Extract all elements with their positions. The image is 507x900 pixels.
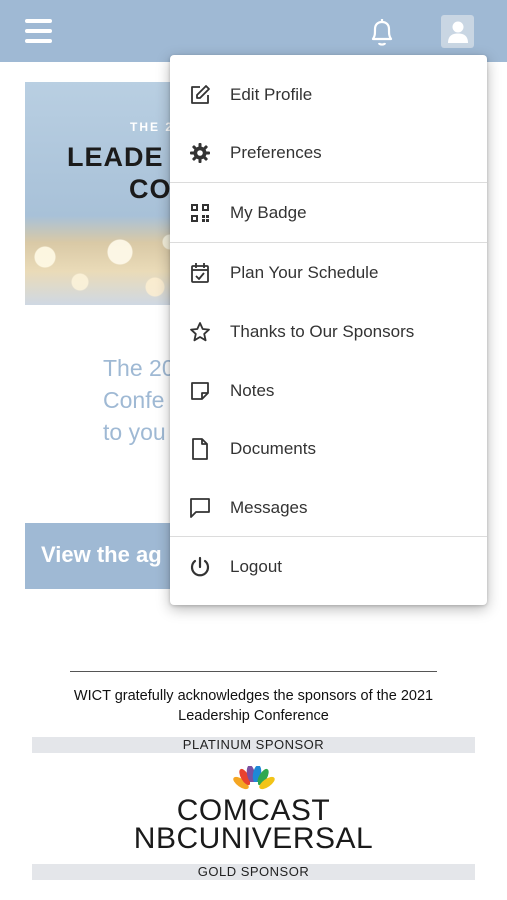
- qr-code-icon: [189, 202, 211, 224]
- menu-item-label: Documents: [230, 438, 316, 458]
- menu-item-notes[interactable]: Notes: [170, 361, 487, 420]
- menu-item-label: Edit Profile: [230, 84, 313, 104]
- platinum-sponsor-label: PLATINUM SPONSOR: [32, 737, 475, 753]
- star-icon: [189, 321, 211, 343]
- menu-item-label: Thanks to Our Sponsors: [230, 321, 415, 341]
- sponsor-acknowledgement: WICT gratefully acknowledges the sponsor…: [73, 688, 434, 724]
- menu-item-my-badge[interactable]: My Badge: [170, 183, 487, 242]
- menu-item-messages[interactable]: Messages: [170, 478, 487, 537]
- view-agenda-button[interactable]: View the ag: [25, 523, 185, 589]
- banner-title-line1: LEADE: [67, 142, 164, 172]
- user-menu: Edit Profile Preferences My Badge Plan Y…: [170, 55, 487, 605]
- bell-icon[interactable]: [367, 16, 397, 48]
- user-avatar-icon[interactable]: [441, 15, 474, 48]
- banner-subtitle: THE 2: [130, 120, 175, 134]
- menu-item-logout[interactable]: Logout: [170, 537, 487, 596]
- menu-item-label: Notes: [230, 380, 275, 400]
- divider: [70, 671, 437, 672]
- banner-title-line2: CO: [129, 174, 172, 204]
- hamburger-icon[interactable]: [25, 19, 52, 43]
- note-icon: [189, 380, 211, 402]
- sponsor-name-line2: NBCUNIVERSAL: [133, 822, 374, 855]
- menu-item-label: Plan Your Schedule: [230, 262, 379, 282]
- document-icon: [189, 437, 211, 460]
- menu-item-preferences[interactable]: Preferences: [170, 123, 487, 182]
- menu-item-label: Messages: [230, 497, 308, 517]
- menu-item-label: Preferences: [230, 142, 322, 162]
- menu-item-sponsors[interactable]: Thanks to Our Sponsors: [170, 302, 487, 361]
- menu-item-label: My Badge: [230, 202, 307, 222]
- power-icon: [189, 556, 211, 578]
- peacock-logo: [233, 766, 275, 794]
- menu-item-label: Logout: [230, 556, 282, 576]
- gear-icon: [189, 142, 211, 164]
- top-app-bar: [0, 0, 507, 62]
- calendar-check-icon: [189, 262, 211, 284]
- menu-item-documents[interactable]: Documents: [170, 419, 487, 478]
- menu-item-edit-profile[interactable]: Edit Profile: [170, 65, 487, 124]
- menu-item-plan-schedule[interactable]: Plan Your Schedule: [170, 243, 487, 302]
- edit-icon: [189, 84, 211, 106]
- message-icon: [189, 497, 211, 519]
- gold-sponsor-label: GOLD SPONSOR: [32, 864, 475, 880]
- conference-banner: THE 2 LEADE CO: [25, 82, 185, 305]
